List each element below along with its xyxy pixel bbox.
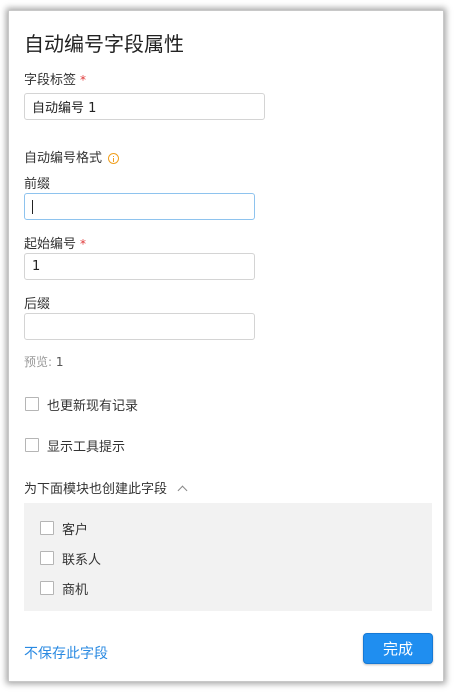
preview-value: 1: [55, 355, 64, 369]
prefix-label: 前缀: [24, 177, 51, 192]
chevron-up-icon[interactable]: [177, 485, 188, 496]
start-number-label: 起始编号: [24, 237, 77, 252]
suffix-input[interactable]: [24, 313, 255, 340]
update-existing-checkbox[interactable]: [25, 397, 39, 411]
done-button[interactable]: 完成: [363, 633, 433, 664]
modules-header-label: 为下面模块也创建此字段: [24, 482, 168, 497]
suffix-label: 后缀: [24, 297, 51, 312]
required-mark: *: [80, 73, 87, 87]
text-caret: [32, 199, 33, 214]
discard-field-link[interactable]: 不保存此字段: [24, 643, 108, 663]
module-checkbox-customer[interactable]: [40, 521, 54, 535]
start-number-input[interactable]: 1: [24, 253, 255, 280]
auto-number-format-label: 自动编号格式: [24, 151, 103, 166]
modules-toggle[interactable]: 为下面模块也创建此字段: [24, 478, 188, 497]
module-checkbox-opportunity[interactable]: [40, 581, 54, 595]
info-icon[interactable]: [108, 153, 120, 164]
show-tooltip-label[interactable]: 显示工具提示: [47, 436, 125, 455]
module-checkbox-contact[interactable]: [40, 551, 54, 565]
field-properties-dialog: 自动编号字段属性 字段标签 * 自动编号 1 自动编号格式 前缀 起始编号 * 1 …: [8, 10, 444, 682]
field-label-caption: 字段标签 *: [24, 69, 86, 88]
start-number-input-value: 1: [32, 259, 41, 274]
dialog-title: 自动编号字段属性: [24, 32, 184, 56]
preview-text: 预览: 1: [24, 353, 64, 370]
show-tooltip-checkbox[interactable]: [25, 438, 39, 452]
prefix-input[interactable]: [24, 193, 255, 220]
start-number-caption: 起始编号 *: [24, 233, 86, 252]
module-label-opportunity[interactable]: 商机: [62, 579, 88, 598]
field-label-input-value: 自动编号 1: [32, 101, 97, 116]
auto-number-format-heading: 自动编号格式: [24, 147, 120, 166]
field-label-text: 字段标签: [24, 73, 77, 88]
module-label-customer[interactable]: 客户: [62, 519, 88, 538]
field-label-input[interactable]: 自动编号 1: [24, 93, 265, 120]
module-label-contact[interactable]: 联系人: [62, 549, 101, 568]
preview-label: 预览:: [24, 355, 53, 369]
update-existing-label[interactable]: 也更新现有记录: [47, 395, 138, 414]
required-mark: *: [80, 237, 87, 251]
